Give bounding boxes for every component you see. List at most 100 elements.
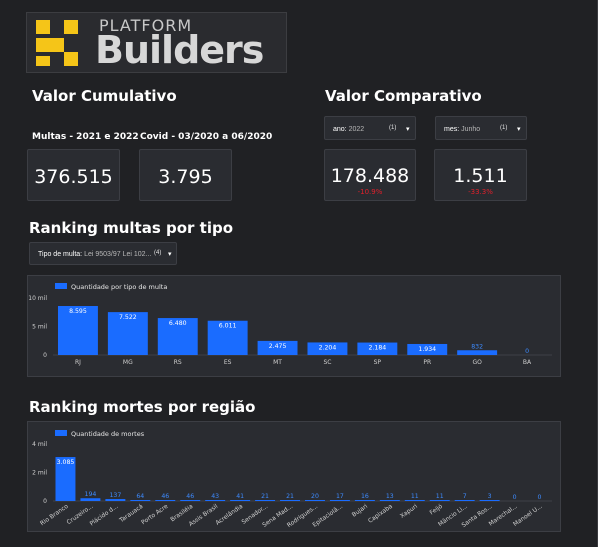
scorecard-value: 178.488 bbox=[330, 165, 410, 187]
x-tick-label: Feijó bbox=[429, 503, 445, 517]
y-tick-label: 5 mil bbox=[32, 324, 47, 331]
data-label: 3.085 bbox=[57, 459, 75, 466]
data-label: 64 bbox=[136, 493, 144, 500]
year-filter-dropdown[interactable]: ano: 2022 (1) ▾ bbox=[324, 116, 416, 140]
deaths-chart-panel: Quantidade de mortes 0 2 mil 4 mil 3.085 Rio … bbox=[27, 421, 561, 532]
cumulative-title: Valor Cumulativo bbox=[32, 87, 177, 105]
bar bbox=[379, 500, 400, 501]
legend-swatch bbox=[55, 283, 67, 289]
cumulative-label-covid: Covid - 03/2020 a 06/2020 bbox=[140, 132, 273, 142]
logo-block bbox=[64, 52, 78, 66]
legend-swatch bbox=[55, 430, 67, 436]
logo-block bbox=[36, 56, 50, 66]
dropdown-label: mes: Junho bbox=[444, 126, 481, 133]
bar bbox=[429, 500, 450, 501]
fines-chart-panel: Quantidade por tipo de multa 0 5 mil 10 mil… bbox=[27, 275, 561, 377]
data-label: 43 bbox=[211, 493, 219, 500]
brand-logo: PLATFORM Builders bbox=[26, 12, 287, 73]
x-tick-label: Porto Acre bbox=[140, 503, 169, 527]
bar bbox=[479, 500, 500, 501]
x-tick-label: Capixaba bbox=[367, 503, 394, 525]
x-tick-label: Rio Branco bbox=[39, 503, 70, 528]
dashboard: PLATFORM Builders Valor Cumulativo Multa… bbox=[0, 0, 598, 547]
x-tick-label: BA bbox=[523, 359, 532, 366]
scorecard-value: 3.795 bbox=[158, 166, 213, 188]
brand-word: Builders bbox=[95, 28, 264, 72]
scorecard-value: 1.511 bbox=[453, 165, 508, 187]
x-tick-label: RS bbox=[174, 359, 182, 366]
data-label: 0 bbox=[513, 494, 517, 501]
month-filter-dropdown[interactable]: mes: Junho (1) ▾ bbox=[435, 116, 527, 140]
x-tick-label: Plácido d... bbox=[89, 503, 120, 528]
x-tick-label: Bujari bbox=[351, 503, 370, 519]
logo-mark-icon bbox=[36, 20, 78, 66]
data-label: 7 bbox=[463, 493, 467, 500]
chevron-down-icon: ▾ bbox=[168, 251, 172, 258]
fines-bar-chart: Quantidade por tipo de multa 0 5 mil 10 mil… bbox=[28, 283, 552, 366]
y-tick-label: 10 mil bbox=[28, 295, 47, 302]
bar bbox=[255, 500, 276, 501]
dropdown-count: (1) bbox=[389, 125, 397, 131]
bar bbox=[230, 500, 251, 501]
y-tick-label: 0 bbox=[43, 352, 47, 359]
cumulative-label-fines: Multas - 2021 e 2022 bbox=[32, 132, 139, 142]
bar bbox=[304, 500, 325, 501]
data-label: 2.204 bbox=[319, 344, 337, 351]
data-label: 2.475 bbox=[269, 343, 287, 350]
scorecard-fines-period: 178.488 -10.9% bbox=[324, 149, 416, 201]
scorecard-delta: -33.3% bbox=[468, 188, 493, 196]
y-tick-label: 4 mil bbox=[32, 441, 47, 448]
dropdown-count: (1) bbox=[500, 125, 508, 131]
data-label: 3 bbox=[488, 493, 492, 500]
fine-type-filter-dropdown[interactable]: Tipo de multa: Lei 9503/97 Lei 102... (4… bbox=[29, 242, 177, 265]
bar bbox=[404, 500, 425, 501]
scorecard-covid-total: 3.795 bbox=[139, 149, 232, 201]
bar bbox=[80, 498, 101, 501]
dropdown-count: (4) bbox=[154, 250, 162, 256]
data-label: 832 bbox=[471, 343, 483, 350]
logo-block bbox=[36, 38, 50, 52]
data-label: 17 bbox=[336, 493, 344, 500]
data-label: 41 bbox=[236, 493, 244, 500]
bar bbox=[280, 500, 301, 501]
logo-block bbox=[64, 20, 78, 34]
bar bbox=[454, 500, 475, 501]
y-tick-label: 0 bbox=[43, 498, 47, 505]
bar bbox=[180, 500, 201, 501]
data-label: 8.595 bbox=[69, 308, 87, 315]
data-label: 137 bbox=[109, 492, 121, 499]
scorecard-fines-total: 376.515 bbox=[27, 149, 120, 201]
data-label: 0 bbox=[538, 494, 542, 501]
data-label: 13 bbox=[386, 493, 394, 500]
scorecard-delta: -10.9% bbox=[357, 188, 383, 196]
logo-block bbox=[36, 20, 50, 34]
data-label: 21 bbox=[261, 493, 269, 500]
data-label: 2.184 bbox=[368, 345, 386, 352]
data-label: 6.011 bbox=[219, 323, 237, 330]
data-label: 11 bbox=[411, 493, 419, 500]
legend-label: Quantidade de mortes bbox=[71, 430, 145, 438]
bar bbox=[329, 500, 350, 501]
x-tick-label: MG bbox=[123, 359, 133, 366]
deaths-bar-chart: Quantidade de mortes 0 2 mil 4 mil 3.085 Rio … bbox=[32, 430, 552, 529]
scorecard-value: 376.515 bbox=[34, 166, 113, 188]
data-label: 1.934 bbox=[418, 346, 436, 353]
y-tick-label: 2 mil bbox=[32, 470, 47, 477]
data-label: 46 bbox=[186, 493, 194, 500]
scorecard-covid-period: 1.511 -33.3% bbox=[434, 149, 527, 201]
data-label: 46 bbox=[161, 493, 169, 500]
data-label: 20 bbox=[311, 493, 319, 500]
chevron-down-icon: ▾ bbox=[406, 126, 410, 133]
x-tick-label: ES bbox=[224, 359, 232, 366]
data-label: 11 bbox=[436, 493, 444, 500]
x-tick-label: Acrelândia bbox=[214, 503, 244, 527]
dropdown-label: Tipo de multa: Lei 9503/97 Lei 102... bbox=[38, 251, 152, 258]
legend-label: Quantidade por tipo de multa bbox=[71, 283, 167, 291]
data-label: 21 bbox=[286, 493, 294, 500]
data-label: 16 bbox=[361, 493, 369, 500]
chevron-down-icon: ▾ bbox=[517, 126, 521, 133]
bar bbox=[105, 499, 126, 501]
comparative-title: Valor Comparativo bbox=[325, 87, 482, 105]
data-label: 6.480 bbox=[169, 320, 187, 327]
bar bbox=[155, 500, 176, 501]
